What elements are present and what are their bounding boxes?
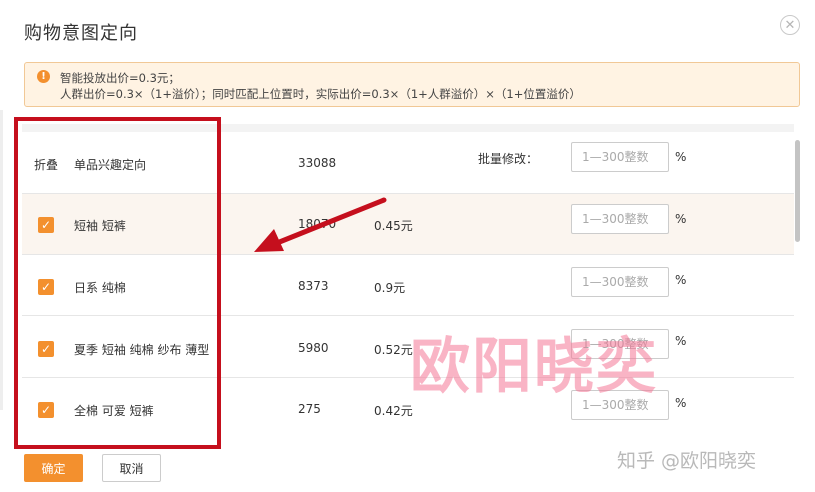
row-count: 275 [298, 402, 321, 416]
row-checkbox[interactable]: ✓ [38, 279, 54, 295]
row-premium-input[interactable] [571, 390, 669, 420]
notice-line-1: 智能投放出价=0.3元； [60, 71, 180, 85]
percent-sign: % [675, 396, 687, 410]
row-count: 8373 [298, 279, 329, 293]
row-keywords: 夏季 短袖 纯棉 纱布 薄型 [74, 343, 210, 357]
table-row: ✓ 短袖 短裤 18070 0.45元 % [22, 194, 794, 255]
row-checkbox[interactable]: ✓ [38, 341, 54, 357]
row-price: 0.52元 [374, 343, 413, 357]
row-keywords: 全棉 可爱 短裤 [74, 404, 154, 418]
close-icon[interactable]: ✕ [780, 15, 800, 35]
percent-sign: % [675, 334, 687, 348]
row-checkbox[interactable]: ✓ [38, 217, 54, 233]
table-row: ✓ 全棉 可爱 短裤 275 0.42元 % [22, 378, 794, 448]
row-keywords: 日系 纯棉 [74, 281, 126, 295]
dialog-title: 购物意图定向 [24, 23, 138, 44]
table-header-row: 折叠 单品兴趣定向 33088 批量修改： % [22, 132, 794, 194]
notice-line-2: 人群出价=0.3×（1+溢价）；同时匹配上位置时，实际出价=0.3×（1+人群溢… [60, 87, 581, 101]
cancel-button[interactable]: 取消 [102, 454, 161, 482]
row-premium-input[interactable] [571, 329, 669, 359]
table-row: ✓ 夏季 短袖 纯棉 纱布 薄型 5980 0.52元 % [22, 316, 794, 378]
percent-sign: % [675, 273, 687, 287]
warning-icon: ! [37, 70, 50, 83]
table-row: ✓ 日系 纯棉 8373 0.9元 % [22, 255, 794, 316]
zhihu-watermark: 知乎 @欧阳晓奕 [617, 450, 757, 472]
batch-premium-input[interactable] [571, 142, 669, 172]
group-count: 33088 [298, 156, 337, 170]
row-checkbox[interactable]: ✓ [38, 402, 54, 418]
annotation-arrow-icon [254, 197, 387, 252]
scrollbar-thumb[interactable] [795, 140, 800, 242]
table-top-strip [22, 124, 794, 132]
percent-sign: % [675, 150, 687, 164]
row-count: 5980 [298, 341, 329, 355]
confirm-button[interactable]: 确定 [24, 454, 83, 482]
left-edge [0, 110, 3, 410]
batch-edit-label: 批量修改： [478, 152, 539, 166]
group-label: 单品兴趣定向 [74, 158, 147, 172]
percent-sign: % [675, 212, 687, 226]
row-price: 0.9元 [374, 281, 406, 295]
targeting-table: 折叠 单品兴趣定向 33088 批量修改： % ✓ 短袖 短裤 18070 0.… [22, 124, 794, 456]
row-keywords: 短袖 短裤 [74, 219, 126, 233]
notice-banner: ! 智能投放出价=0.3元； 人群出价=0.3×（1+溢价）；同时匹配上位置时，… [24, 62, 800, 107]
row-premium-input[interactable] [571, 267, 669, 297]
fold-button[interactable]: 折叠 [34, 156, 58, 173]
row-premium-input[interactable] [571, 204, 669, 234]
row-price: 0.42元 [374, 404, 413, 418]
